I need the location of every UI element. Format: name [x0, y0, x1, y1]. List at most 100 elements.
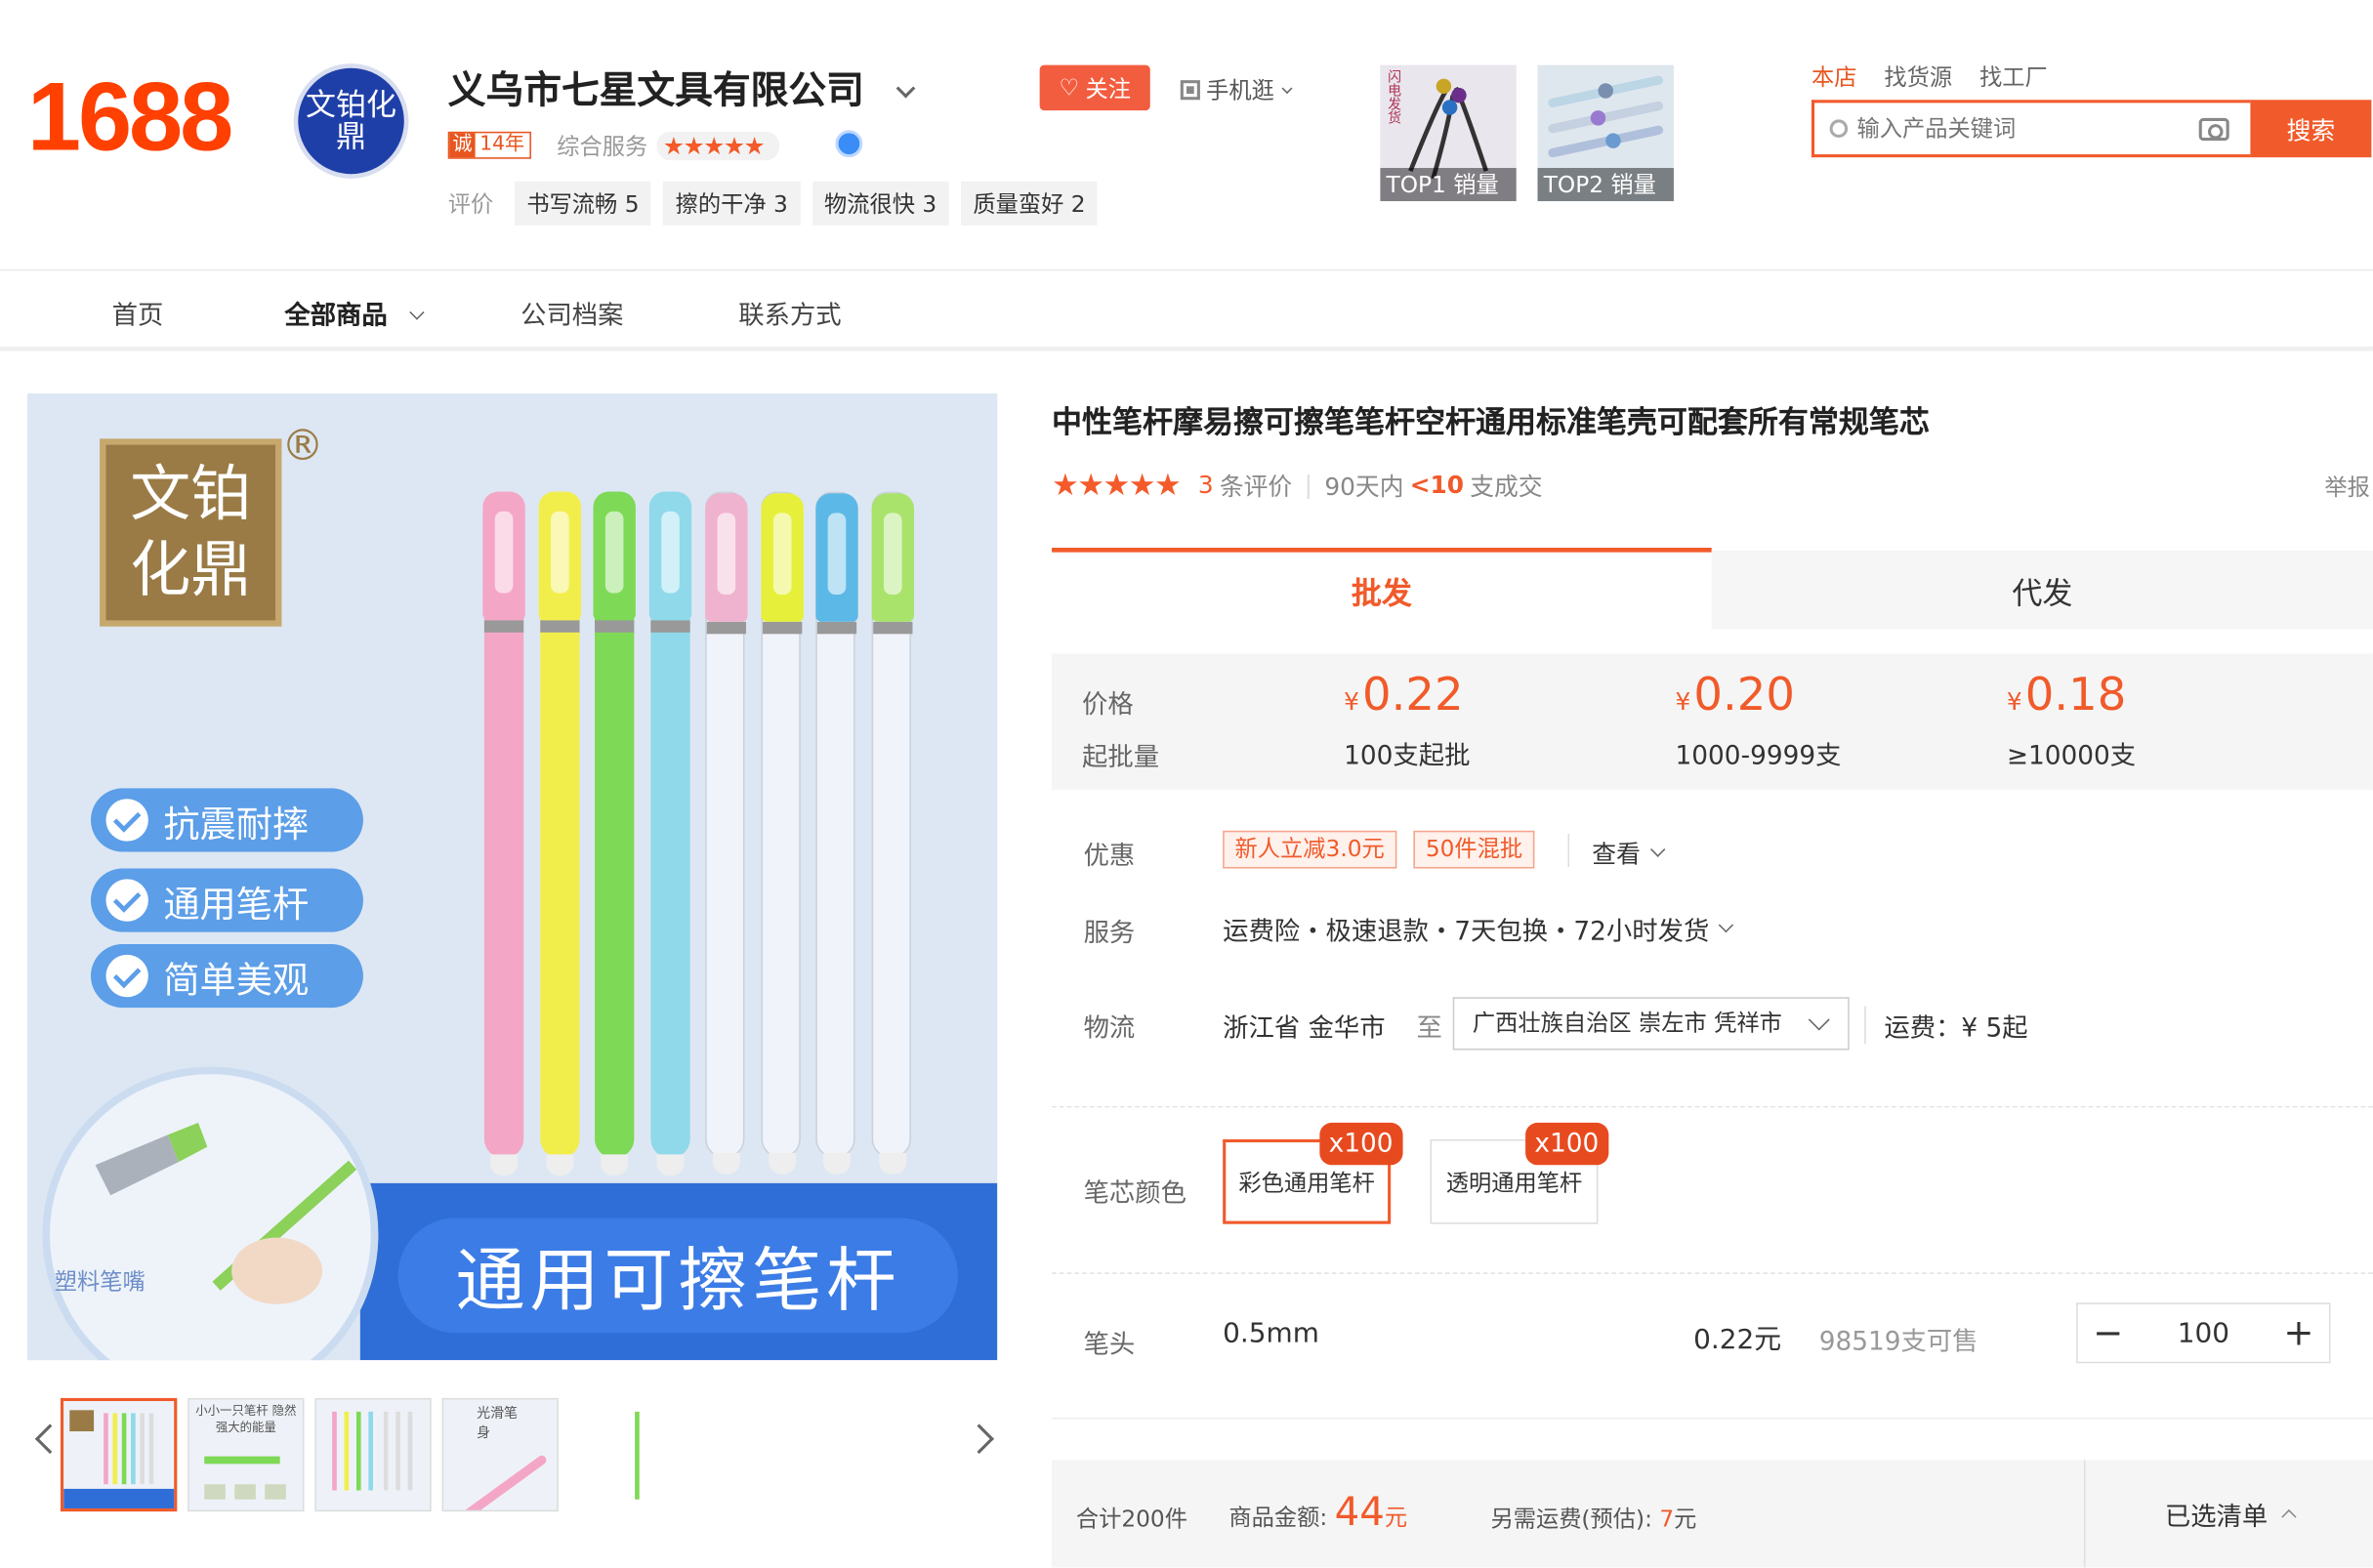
camera-icon[interactable] [2198, 117, 2229, 142]
view-coupons[interactable]: 查看 [1592, 834, 1666, 870]
search-button[interactable]: 搜索 [2250, 100, 2372, 158]
pen-clip [545, 507, 573, 598]
mobile-label[interactable]: 手机逛 [1206, 74, 1274, 106]
qr-icon [1180, 80, 1200, 101]
pen-eraser [490, 1154, 518, 1176]
selected-list-button[interactable]: 已选清单 [2083, 1460, 2373, 1568]
quantity-input[interactable]: 100 [2139, 1317, 2269, 1349]
freight-label: 另需运费(预估): [1490, 1505, 1652, 1533]
pen-band [816, 621, 857, 635]
service-text[interactable]: 运费险・极速退款・7天包换・72小时发货 [1223, 909, 1709, 947]
pen [760, 491, 804, 1175]
feature-pill: 通用笔杆 [90, 868, 363, 932]
brand-stamp-text: 文铂化鼎 [130, 460, 252, 605]
thumbnail[interactable]: 小小一只笔杆 隐然强大的能量 [187, 1397, 305, 1512]
pen-clip [878, 508, 906, 599]
currency-symbol: ¥ [1344, 686, 1359, 717]
eval-tag[interactable]: 质量蛮好 2 [960, 181, 1098, 226]
shop-name-text[interactable]: 义乌市七星文具有限公司 [448, 68, 864, 112]
eval-tag[interactable]: 书写流畅 5 [514, 181, 651, 226]
plus-button[interactable]: + [2269, 1312, 2329, 1354]
stock-text: 98519支可售 [1818, 1327, 1978, 1358]
pen-band [539, 620, 579, 633]
pen [537, 491, 581, 1176]
pen [705, 491, 748, 1175]
chevron-up-icon [2280, 1508, 2296, 1525]
chevron-down-icon[interactable] [895, 78, 915, 99]
shop-logo[interactable]: 文铂化鼎 [293, 63, 409, 179]
shop-name[interactable]: 义乌市七星文具有限公司 [448, 61, 915, 115]
search-tab-factory[interactable]: 找工厂 [1979, 61, 2048, 93]
banner-text: 通用可擦笔杆 [397, 1217, 958, 1334]
search-input[interactable] [1856, 114, 2183, 143]
selected-list-label[interactable]: 已选清单 [2165, 1495, 2268, 1533]
search-scope-tabs: 本店 找货源 找工厂 [1811, 61, 2048, 93]
follow-label[interactable]: 关注 [1085, 72, 1131, 104]
freight-value: 7 [1659, 1505, 1675, 1533]
nav-all-products[interactable]: 全部商品 [284, 294, 425, 331]
thumbnail[interactable] [60, 1397, 178, 1512]
report-link[interactable]: 举报 [2324, 471, 2370, 503]
minus-button[interactable]: − [2078, 1312, 2139, 1354]
pen-band [706, 621, 747, 635]
pen-eraser [712, 1152, 740, 1175]
thumbnail[interactable]: 光滑笔身 [441, 1397, 559, 1512]
nav-contact[interactable]: 联系方式 [738, 294, 841, 331]
eval-tag[interactable]: 擦的干净 3 [663, 181, 801, 226]
nav-home[interactable]: 首页 [112, 294, 164, 331]
thumbnail[interactable] [568, 1397, 687, 1512]
tab-dropship[interactable]: 代发 [1711, 551, 2373, 630]
search-tab-store[interactable]: 本店 [1811, 61, 1857, 93]
tier-qty: 1000-9999支 [1675, 741, 1842, 772]
unit-price: 0.22元 [1693, 1323, 1782, 1356]
quantity-stepper: − 100 + [2076, 1302, 2331, 1364]
search-tab-source[interactable]: 找货源 [1884, 61, 1952, 93]
view-label[interactable]: 查看 [1592, 834, 1641, 870]
eval-tag[interactable]: 物流很快 3 [812, 181, 949, 226]
tier-price: ¥0.18 [2007, 669, 2126, 722]
top2-product[interactable]: TOP2 销量 [1537, 64, 1674, 202]
top1-side-text: 闪电发货 [1384, 69, 1400, 125]
chevron-down-icon [1808, 1009, 1830, 1031]
chevron-down-icon [1281, 82, 1293, 94]
nav-company-profile[interactable]: 公司档案 [520, 294, 623, 331]
destination-value[interactable]: 广西壮族自治区 崇左市 凭祥市 [1473, 1010, 1782, 1037]
ship-origin: 浙江省 金华市 [1223, 1013, 1386, 1045]
chevron-right-icon[interactable] [964, 1424, 994, 1455]
coupon-badge[interactable]: 新人立减3.0元 [1223, 830, 1397, 869]
mobile-browse[interactable]: 手机逛 [1180, 74, 1293, 106]
review-suffix[interactable]: 条评价 [1220, 466, 1292, 502]
thumbnail[interactable] [314, 1397, 432, 1512]
variant-qty-badge: x100 [1525, 1122, 1608, 1166]
feature-text: 通用笔杆 [163, 883, 310, 926]
total-count: 合计200件 [1075, 1505, 1187, 1533]
tier-qty: 100支起批 [1344, 741, 1471, 772]
thumbnail-image [63, 1410, 175, 1509]
brand-stamp: 文铂化鼎 [100, 438, 282, 627]
service-list[interactable]: 运费险・极速退款・7天包换・72小时发货 [1223, 909, 1734, 947]
review-count[interactable]: 3 [1198, 470, 1214, 498]
destination-select[interactable]: 广西壮族自治区 崇左市 凭祥市 [1452, 997, 1850, 1051]
search-box [1811, 100, 2251, 158]
pen-clip [601, 507, 629, 598]
shipping-fee: 运费：¥ 5起 [1864, 1006, 2028, 1045]
main-product-image[interactable]: 文铂化鼎 ® 抗震耐摔 通用笔杆 简单美观 通用可擦笔杆 塑料笔嘴 [26, 392, 998, 1361]
coupon-badge[interactable]: 50件混批 [1413, 830, 1535, 869]
chevron-down-icon [1719, 917, 1734, 933]
thumbnail-strip: 小小一只笔杆 隐然强大的能量 光滑笔身 [27, 1395, 997, 1513]
follow-button[interactable]: ♡ 关注 [1039, 64, 1150, 111]
pen-band [483, 620, 524, 633]
years-badge: 诚 14年 [447, 131, 531, 159]
service-stars: ★★★★★ [656, 131, 779, 161]
thumbnail-image [204, 1456, 286, 1500]
tab-wholesale[interactable]: 批发 [1052, 547, 1712, 630]
pen [593, 491, 636, 1176]
eval-label: 评价 [447, 190, 494, 219]
chat-icon[interactable] [835, 130, 863, 158]
top1-label: TOP1 销量 [1380, 168, 1517, 202]
site-logo[interactable]: 1688 [27, 68, 233, 165]
feature-pill: 简单美观 [90, 944, 363, 1009]
top1-product[interactable]: 闪电发货 TOP1 销量 [1380, 64, 1517, 202]
service-label: 综合服务 [557, 133, 648, 161]
nav-all-products-label[interactable]: 全部商品 [284, 301, 387, 331]
